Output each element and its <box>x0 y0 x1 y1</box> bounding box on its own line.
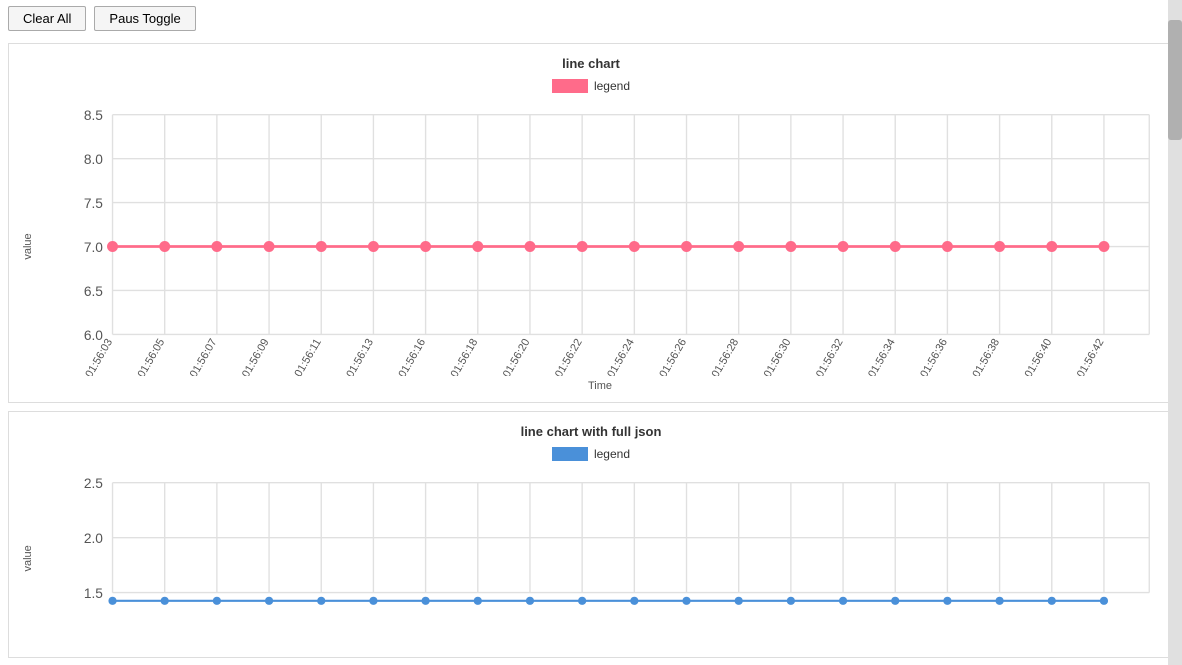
svg-text:2019-10-06 01:56:36: 2019-10-06 01:56:36 <box>889 337 950 376</box>
svg-text:2019-10-06 01:56:09: 2019-10-06 01:56:09 <box>210 337 271 376</box>
chart2-svg: 2.5 2.0 1.5 <box>37 469 1163 648</box>
clear-all-button[interactable]: Clear All <box>8 6 86 31</box>
chart1-svg: 8.5 8.0 7.5 7.0 6.5 6.0 <box>37 101 1163 376</box>
svg-text:2.0: 2.0 <box>84 531 103 546</box>
svg-text:2019-10-06 01:56:28: 2019-10-06 01:56:28 <box>680 337 741 376</box>
svg-text:2019-10-06 01:56:26: 2019-10-06 01:56:26 <box>628 337 689 376</box>
svg-text:2019-10-06 01:56:34: 2019-10-06 01:56:34 <box>837 337 898 376</box>
svg-text:8.0: 8.0 <box>84 152 103 167</box>
chart2-area: value <box>19 469 1163 648</box>
svg-text:7.0: 7.0 <box>84 240 103 255</box>
svg-text:2019-10-06 01:56:42: 2019-10-06 01:56:42 <box>1045 337 1106 376</box>
svg-text:7.5: 7.5 <box>84 196 103 211</box>
svg-text:2019-10-06 01:56:32: 2019-10-06 01:56:32 <box>784 337 845 376</box>
svg-text:2019-10-06 01:56:11: 2019-10-06 01:56:11 <box>263 337 324 376</box>
svg-text:2019-10-06 01:56:07: 2019-10-06 01:56:07 <box>158 337 219 376</box>
toolbar: Clear All Paus Toggle <box>0 0 1182 37</box>
chart1-title: line chart <box>19 56 1163 71</box>
pause-toggle-button[interactable]: Paus Toggle <box>94 6 195 31</box>
svg-text:8.5: 8.5 <box>84 108 103 123</box>
chart2-inner: 2.5 2.0 1.5 <box>37 469 1163 648</box>
svg-text:2019-10-06 01:56:38: 2019-10-06 01:56:38 <box>941 337 1002 376</box>
chart1-container: line chart legend value <box>8 43 1174 403</box>
svg-text:2019-10-06 01:56:05: 2019-10-06 01:56:05 <box>106 337 167 376</box>
svg-text:2019-10-06 01:56:24: 2019-10-06 01:56:24 <box>576 337 637 376</box>
chart2-y-label: value <box>19 469 37 648</box>
chart1-area: value <box>19 101 1163 392</box>
chart2-container: line chart with full json legend value <box>8 411 1174 659</box>
chart1-x-label: Time <box>37 380 1163 392</box>
chart1-legend-label: legend <box>594 79 630 93</box>
svg-text:6.0: 6.0 <box>84 328 103 343</box>
svg-text:2019-10-06 01:56:30: 2019-10-06 01:56:30 <box>732 337 793 376</box>
chart2-title: line chart with full json <box>19 424 1163 439</box>
svg-text:2.5: 2.5 <box>84 476 103 491</box>
svg-text:1.5: 1.5 <box>84 586 103 601</box>
chart2-legend-swatch <box>552 447 588 461</box>
chart1-legend-swatch <box>552 79 588 93</box>
chart1-legend: legend <box>19 79 1163 93</box>
svg-text:2019-10-06 01:56:18: 2019-10-06 01:56:18 <box>419 337 480 376</box>
chart2-legend: legend <box>19 447 1163 461</box>
scrollbar-track[interactable] <box>1168 0 1182 665</box>
svg-text:2019-10-06 01:56:16: 2019-10-06 01:56:16 <box>367 337 428 376</box>
chart2-legend-label: legend <box>594 447 630 461</box>
svg-text:2019-10-06 01:56:20: 2019-10-06 01:56:20 <box>471 337 532 376</box>
svg-text:2019-10-06 01:56:22: 2019-10-06 01:56:22 <box>523 337 584 376</box>
svg-text:2019-10-06 01:56:13: 2019-10-06 01:56:13 <box>315 337 376 376</box>
svg-text:6.5: 6.5 <box>84 284 103 299</box>
svg-text:2019-10-06 01:56:40: 2019-10-06 01:56:40 <box>993 337 1054 376</box>
chart1-y-label: value <box>19 101 37 392</box>
chart1-inner: 8.5 8.0 7.5 7.0 6.5 6.0 <box>37 101 1163 392</box>
scrollbar-thumb[interactable] <box>1168 20 1182 140</box>
